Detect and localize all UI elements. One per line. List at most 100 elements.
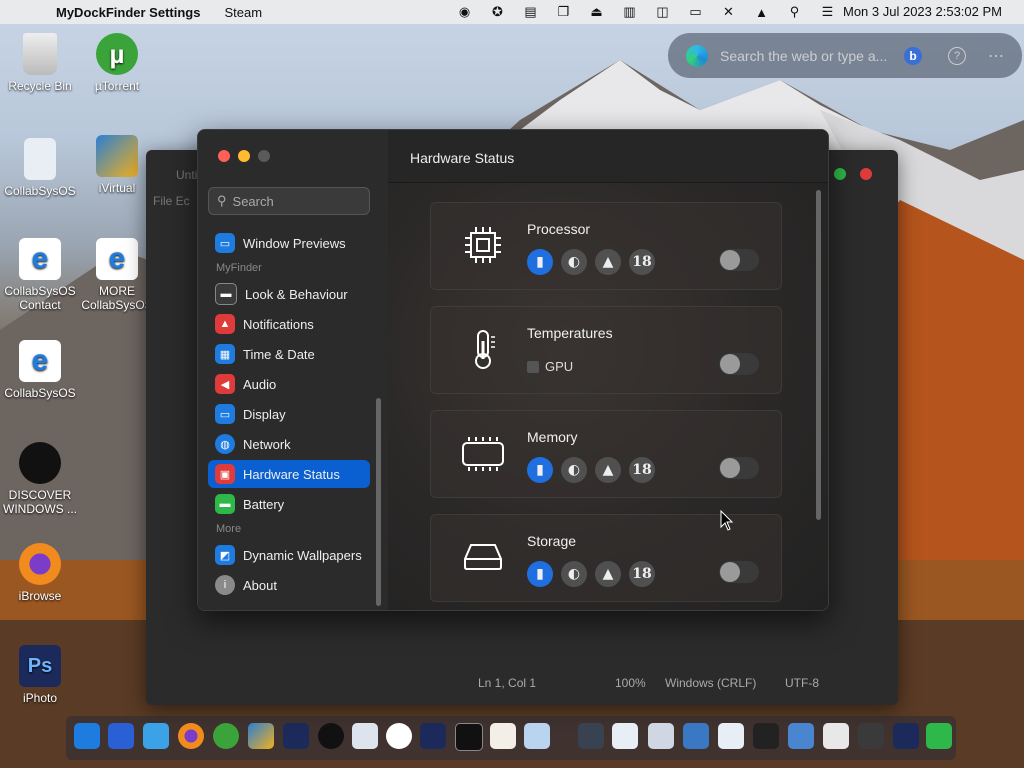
sidebar-item-battery[interactable]: ▬ Battery [208, 490, 370, 518]
zoom-button[interactable] [258, 150, 270, 162]
dock-file-icon[interactable] [352, 723, 378, 749]
dock-window-thumb-icon[interactable] [578, 723, 604, 749]
card-label: Storage [527, 533, 577, 549]
close-button[interactable] [218, 150, 230, 162]
dock-terminal-icon[interactable] [455, 723, 483, 751]
sidebar-item-time-date[interactable]: ▦ Time & Date [208, 340, 370, 368]
mute-icon[interactable]: ✕ [712, 4, 745, 20]
web-search-widget[interactable]: Search the web or type a... b ? ⋯ [668, 33, 1022, 78]
dock-ivirtual-icon[interactable] [248, 723, 274, 749]
control-center-icon[interactable]: ☰ [811, 4, 844, 20]
desktop-icon-more-collabsysos[interactable]: e MORE CollabSysOS [77, 238, 157, 312]
settings-window: ⚲ Search ▭ Window Previews MyFinder ▬ Lo… [197, 129, 829, 611]
sidebar-item-window-previews[interactable]: ▭ Window Previews [208, 229, 370, 257]
desktop-icon-ivirtual[interactable]: iVirtual [77, 135, 157, 195]
menubar-clock[interactable]: Mon 3 Jul 2023 2:53:02 PM [843, 4, 1002, 19]
app-name-menu[interactable]: MyDockFinder Settings [56, 5, 200, 20]
desktop-icon-iphoto[interactable]: Ps iPhoto [0, 645, 80, 705]
ie-icon: e [96, 238, 138, 280]
desktop-icon-collabsysos-contact[interactable]: e CollabSysOS Contact [0, 238, 80, 312]
style-bar-option[interactable]: ▮ [527, 561, 553, 587]
dock-ie-icon[interactable] [386, 723, 412, 749]
checkbox-box[interactable] [527, 360, 539, 373]
processor-toggle[interactable] [719, 249, 759, 271]
desktop-icon-discover-windows[interactable]: DISCOVER WINDOWS ... [0, 442, 80, 516]
dock-utorrent-icon[interactable] [213, 723, 239, 749]
desktop-icon-ibrowse[interactable]: iBrowse [0, 543, 80, 603]
eject-round-icon[interactable]: ⏏ [580, 4, 613, 20]
storage-toggle[interactable] [719, 561, 759, 583]
notes-icon[interactable]: ▤ [514, 4, 547, 20]
style-graph-option[interactable]: ▲ [595, 561, 621, 587]
dock-window-thumb-icon[interactable] [788, 723, 814, 749]
style-pie-option[interactable]: ◐ [561, 561, 587, 587]
help-icon[interactable]: ? [948, 46, 966, 65]
sidebar-item-audio[interactable]: ◀ Audio [208, 370, 370, 398]
web-search-input[interactable]: Search the web or type a... [720, 48, 887, 64]
style-bar-option[interactable]: ▮ [527, 457, 553, 483]
close-button[interactable] [860, 168, 872, 180]
dock-firefox-icon[interactable] [178, 723, 204, 749]
style-graph-option[interactable]: ▲ [595, 249, 621, 275]
clipboard-icon[interactable]: ❐ [547, 4, 580, 20]
sidebar-icon[interactable]: ▥ [613, 4, 646, 20]
sidebar-item-display[interactable]: ▭ Display [208, 400, 370, 428]
desktop-icon-recycle-bin[interactable]: Recycle Bin [0, 33, 80, 93]
dock-app-icon[interactable] [490, 723, 516, 749]
notepad-statusbar: Ln 1, Col 1 100% Windows (CRLF) UTF-8 [146, 670, 898, 692]
style-pie-option[interactable]: ◐ [561, 249, 587, 275]
style-pie-option[interactable]: ◐ [561, 457, 587, 483]
app-tray-icon[interactable]: ✪ [481, 4, 514, 20]
style-number-option[interactable]: 18 [629, 249, 655, 275]
memory-toggle[interactable] [719, 457, 759, 479]
desktop-icon-collabsysos-2[interactable]: e CollabSysOS [0, 340, 80, 400]
record-icon[interactable]: ◉ [448, 4, 481, 20]
content-scrollbar[interactable] [816, 190, 821, 520]
sidebar-item-notifications[interactable]: ▲ Notifications [208, 310, 370, 338]
dock-recycle-bin-icon[interactable] [926, 723, 952, 749]
desktop-icon-collabsysos[interactable]: CollabSysOS [0, 138, 80, 198]
search-icon[interactable]: ⚲ [778, 4, 811, 20]
sidebar-item-look-behaviour[interactable]: ▬ Look & Behaviour [208, 280, 370, 308]
dock-window-thumb-icon[interactable] [858, 723, 884, 749]
sidebar-item-network[interactable]: ◍ Network [208, 430, 370, 458]
dock-photoshop-2-icon[interactable] [420, 723, 446, 749]
calendar-icon: ▦ [215, 344, 235, 364]
gpu-checkbox[interactable]: GPU [527, 359, 573, 374]
style-number-option[interactable]: 18 [629, 457, 655, 483]
dock-window-thumb-icon[interactable] [612, 723, 638, 749]
notepad-menu[interactable]: File Ec [153, 194, 190, 208]
minimize-button[interactable] [238, 150, 250, 162]
dock-notes-icon[interactable] [524, 723, 550, 749]
eject-icon[interactable]: ▲ [745, 5, 778, 20]
more-options-icon[interactable]: ⋯ [988, 46, 1005, 66]
temperatures-toggle[interactable] [719, 353, 759, 375]
style-bar-option[interactable]: ▮ [527, 249, 553, 275]
style-number-option[interactable]: 18 [629, 561, 655, 587]
dock-window-thumb-icon[interactable] [753, 723, 779, 749]
dock-apple-icon[interactable] [318, 723, 344, 749]
maximize-button[interactable] [834, 168, 846, 180]
desktop-icon-utorrent[interactable]: µ µTorrent [77, 33, 157, 93]
bing-icon[interactable]: b [904, 46, 922, 65]
sidebar-item-hardware-status[interactable]: ▣ Hardware Status [208, 460, 370, 488]
traffic-lights [218, 150, 270, 162]
monitor-icon[interactable]: ▭ [679, 4, 712, 20]
dock-finder-icon[interactable] [74, 723, 100, 749]
game-icon[interactable]: ◫ [646, 4, 679, 20]
style-graph-option[interactable]: ▲ [595, 457, 621, 483]
dock-photoshop-icon[interactable] [283, 723, 309, 749]
dock-folder-icon[interactable] [143, 723, 169, 749]
dock-window-thumb-icon[interactable] [718, 723, 744, 749]
dock-window-thumb-icon[interactable] [823, 723, 849, 749]
dock-window-thumb-icon[interactable] [893, 723, 919, 749]
dock-launchpad-icon[interactable] [108, 723, 134, 749]
toggle-knob [720, 250, 740, 270]
dock-window-thumb-icon[interactable] [683, 723, 709, 749]
sidebar-item-about[interactable]: i About [208, 571, 370, 599]
dock-window-thumb-icon[interactable] [648, 723, 674, 749]
sidebar-scrollbar[interactable] [376, 398, 381, 606]
sidebar-search-input[interactable]: ⚲ Search [208, 187, 370, 215]
steam-menu[interactable]: Steam [224, 5, 262, 20]
sidebar-item-dynamic-wallpapers[interactable]: ◩ Dynamic Wallpapers [208, 541, 370, 569]
